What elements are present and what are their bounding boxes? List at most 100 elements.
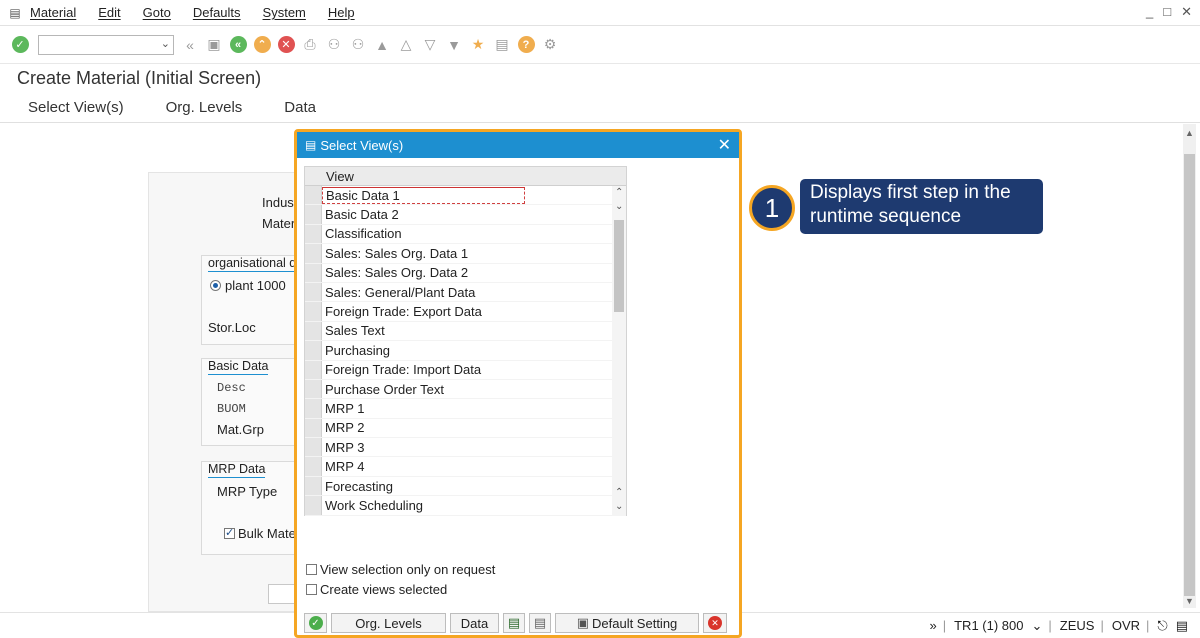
- view-row[interactable]: Sales: General/Plant Data: [305, 282, 612, 303]
- view-row[interactable]: MRP 1: [305, 399, 612, 419]
- default-setting-button[interactable]: ▣ Default Setting: [555, 613, 699, 633]
- chevron-down-icon[interactable]: ⌄: [615, 201, 623, 212]
- row-selector[interactable]: [305, 476, 322, 496]
- menu-system[interactable]: System: [263, 5, 306, 20]
- menu-material[interactable]: Material: [30, 5, 76, 20]
- row-selector[interactable]: [305, 186, 322, 205]
- app-menu-icon[interactable]: ▤: [0, 6, 30, 20]
- exit-icon[interactable]: ⌃: [252, 35, 272, 55]
- org-levels-dialog-button[interactable]: Org. Levels: [331, 613, 446, 633]
- new-session-icon[interactable]: ★: [468, 35, 488, 55]
- view-selection-on-request-checkbox[interactable]: View selection only on request: [306, 562, 495, 577]
- storage-location-label: Stor.Loc: [208, 320, 256, 335]
- unlock-icon[interactable]: ⎋: [1157, 618, 1167, 634]
- view-row[interactable]: Classification: [305, 224, 612, 245]
- view-row[interactable]: Purchasing: [305, 341, 612, 361]
- scroll-up-icon[interactable]: ▲: [1185, 128, 1194, 138]
- select-views-button[interactable]: Select View(s): [28, 99, 124, 116]
- find-icon[interactable]: ⚇: [324, 35, 344, 55]
- find-next-icon[interactable]: ⚇: [348, 35, 368, 55]
- chevron-down-icon[interactable]: ⌄: [615, 501, 623, 512]
- row-selector[interactable]: [305, 457, 322, 476]
- row-selector[interactable]: [305, 418, 322, 438]
- help-icon[interactable]: ?: [516, 35, 536, 55]
- deselect-all-button[interactable]: ▤: [529, 613, 551, 633]
- dialog-footer: ✓ Org. Levels Data ▤ ▤ ▣ Default Setting …: [304, 613, 732, 633]
- row-selector[interactable]: [305, 321, 322, 341]
- close-icon[interactable]: ✕: [718, 135, 731, 155]
- scroll-down-icon[interactable]: ▼: [1185, 596, 1194, 606]
- view-row[interactable]: Work Scheduling: [305, 496, 612, 516]
- views-scrollbar[interactable]: ⌃ ⌄ ⌃ ⌄: [612, 186, 626, 516]
- confirm-button[interactable]: ✓: [304, 613, 327, 633]
- view-row[interactable]: Sales: Sales Org. Data 2: [305, 263, 612, 283]
- view-name: Classification: [325, 226, 402, 242]
- menu-edit[interactable]: Edit: [98, 5, 120, 20]
- scroll-thumb[interactable]: [1184, 154, 1195, 596]
- view-row[interactable]: Basic Data 2: [305, 205, 612, 225]
- select-all-button[interactable]: ▤: [503, 613, 525, 633]
- row-selector[interactable]: [305, 263, 322, 282]
- view-row[interactable]: Forecasting: [305, 476, 612, 497]
- view-row[interactable]: Sales Text: [305, 321, 612, 342]
- menu-defaults[interactable]: Defaults: [193, 5, 241, 20]
- main-scrollbar[interactable]: ▲ ▼: [1183, 124, 1196, 608]
- view-row[interactable]: MRP 2: [305, 418, 612, 439]
- row-selector[interactable]: [305, 399, 322, 418]
- row-selector[interactable]: [305, 302, 322, 321]
- cancel-dialog-button[interactable]: ✕: [703, 613, 727, 633]
- minimize-icon[interactable]: _: [1146, 4, 1153, 20]
- view-row[interactable]: MRP 3: [305, 438, 612, 458]
- view-row[interactable]: Foreign Trade: Export Data: [305, 302, 612, 322]
- row-selector[interactable]: [305, 438, 322, 457]
- view-row[interactable]: Basic Data 1: [305, 186, 612, 206]
- chevron-up-icon[interactable]: ⌃: [615, 187, 623, 198]
- settings-gear-icon[interactable]: ⚙: [540, 35, 560, 55]
- command-field[interactable]: ⌄: [38, 34, 174, 55]
- org-levels-button[interactable]: Org. Levels: [166, 99, 243, 116]
- close-window-icon[interactable]: ✕: [1181, 4, 1192, 20]
- row-selector[interactable]: [305, 224, 322, 244]
- view-name: MRP 3: [325, 439, 365, 455]
- view-row[interactable]: Purchase Order Text: [305, 379, 612, 400]
- view-name: Basic Data 2: [325, 207, 399, 223]
- row-selector[interactable]: [305, 379, 322, 399]
- data-button[interactable]: Data: [284, 99, 316, 116]
- status-expand-icon[interactable]: »: [929, 618, 936, 633]
- row-selector[interactable]: [305, 496, 322, 515]
- menu-help[interactable]: Help: [328, 5, 355, 20]
- back-icon[interactable]: «: [228, 35, 248, 55]
- last-page-icon[interactable]: ▼: [444, 35, 464, 55]
- view-row[interactable]: Sales: Sales Org. Data 1: [305, 244, 612, 264]
- save-icon[interactable]: ▣: [204, 35, 224, 55]
- next-page-icon[interactable]: ▽: [420, 35, 440, 55]
- chevron-down-icon[interactable]: ⌄: [161, 37, 170, 50]
- select-views-dialog: ▤ Select View(s) ✕ View Basic Data 1 Basi…: [294, 129, 742, 638]
- print-icon[interactable]: ⎙: [300, 35, 320, 55]
- double-back-icon[interactable]: «: [180, 35, 200, 55]
- row-selector[interactable]: [305, 282, 322, 302]
- system-dropdown-icon[interactable]: ⌄: [1031, 618, 1042, 634]
- cancel-icon[interactable]: ✕: [276, 35, 296, 55]
- maximize-icon[interactable]: □: [1163, 4, 1171, 20]
- chevron-up-icon[interactable]: ⌃: [615, 487, 623, 498]
- row-selector[interactable]: [305, 341, 322, 360]
- view-row[interactable]: Foreign Trade: Import Data: [305, 360, 612, 380]
- shortcut-icon[interactable]: ▤: [492, 35, 512, 55]
- views-scroll-thumb[interactable]: [614, 220, 624, 312]
- first-page-icon[interactable]: ▲: [372, 35, 392, 55]
- plant-radio[interactable]: plant 1000: [210, 278, 286, 293]
- data-dialog-button[interactable]: Data: [450, 613, 499, 633]
- create-views-selected-checkbox[interactable]: Create views selected: [306, 582, 447, 597]
- enter-icon[interactable]: ✓: [10, 35, 30, 55]
- row-selector[interactable]: [305, 244, 322, 263]
- layout-icon[interactable]: ▤: [1176, 618, 1188, 634]
- view-column-header[interactable]: View: [326, 169, 354, 184]
- row-selector[interactable]: [305, 360, 322, 379]
- previous-page-icon[interactable]: △: [396, 35, 416, 55]
- org-levels-group-title: organisational d: [208, 256, 297, 272]
- menu-goto[interactable]: Goto: [143, 5, 171, 20]
- bulk-material-checkbox[interactable]: Bulk Materi: [224, 526, 303, 541]
- row-selector[interactable]: [305, 205, 322, 224]
- view-row[interactable]: MRP 4: [305, 457, 612, 477]
